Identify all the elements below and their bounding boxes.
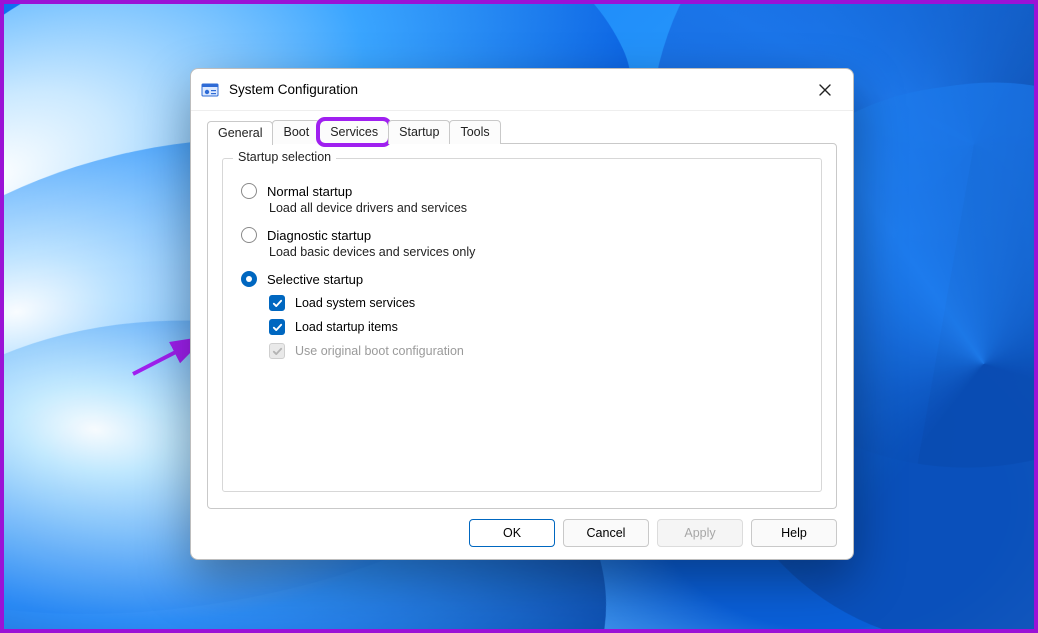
tab-startup[interactable]: Startup (388, 120, 450, 144)
button-label: Help (781, 526, 807, 540)
group-legend: Startup selection (233, 150, 336, 164)
tab-label: Tools (460, 125, 489, 139)
dialog-actions: OK Cancel Apply Help (207, 509, 837, 547)
checkbox-load-system-services[interactable]: Load system services (269, 295, 803, 311)
radio-label: Selective startup (267, 272, 363, 287)
close-button[interactable] (803, 75, 847, 105)
tabstrip: General Boot Services Startup Tools (207, 118, 837, 144)
tab-label: Startup (399, 125, 439, 139)
checkbox-load-startup-items[interactable]: Load startup items (269, 319, 803, 335)
system-configuration-dialog: System Configuration General Boot Servic… (190, 68, 854, 560)
tab-label: Boot (283, 125, 309, 139)
checkbox-icon (269, 319, 285, 335)
checkbox-label: Use original boot configuration (295, 344, 464, 358)
checkbox-label: Load system services (295, 296, 415, 310)
ok-button[interactable]: OK (469, 519, 555, 547)
close-icon (818, 83, 832, 97)
checkbox-icon (269, 295, 285, 311)
checkbox-label: Load startup items (295, 320, 398, 334)
cancel-button[interactable]: Cancel (563, 519, 649, 547)
tab-general[interactable]: General (207, 121, 273, 145)
checkbox-use-original-boot-config: Use original boot configuration (269, 343, 803, 359)
startup-selection-group: Startup selection Normal startup Load al… (222, 158, 822, 492)
radio-icon (241, 227, 257, 243)
tab-label: General (218, 126, 262, 140)
tab-tools[interactable]: Tools (449, 120, 500, 144)
msconfig-icon (201, 81, 219, 99)
radio-description: Load all device drivers and services (269, 201, 803, 215)
screenshot-frame: System Configuration General Boot Servic… (0, 0, 1038, 633)
client-area: General Boot Services Startup Tools Star… (191, 111, 853, 559)
radio-label: Normal startup (267, 184, 352, 199)
apply-button: Apply (657, 519, 743, 547)
button-label: OK (503, 526, 521, 540)
radio-icon (241, 183, 257, 199)
radio-label: Diagnostic startup (267, 228, 371, 243)
radio-diagnostic-startup[interactable]: Diagnostic startup (241, 227, 803, 243)
radio-selective-startup[interactable]: Selective startup (241, 271, 803, 287)
button-label: Apply (684, 526, 715, 540)
selective-startup-suboptions: Load system services Load startup items (269, 295, 803, 359)
button-label: Cancel (587, 526, 626, 540)
tab-boot[interactable]: Boot (272, 120, 320, 144)
radio-description: Load basic devices and services only (269, 245, 803, 259)
help-button[interactable]: Help (751, 519, 837, 547)
general-tab-panel: Startup selection Normal startup Load al… (207, 143, 837, 509)
window-title: System Configuration (229, 82, 358, 97)
tab-label: Services (330, 125, 378, 139)
radio-normal-startup[interactable]: Normal startup (241, 183, 803, 199)
tab-services[interactable]: Services (319, 120, 389, 144)
checkbox-icon (269, 343, 285, 359)
titlebar[interactable]: System Configuration (191, 69, 853, 111)
radio-icon (241, 271, 257, 287)
